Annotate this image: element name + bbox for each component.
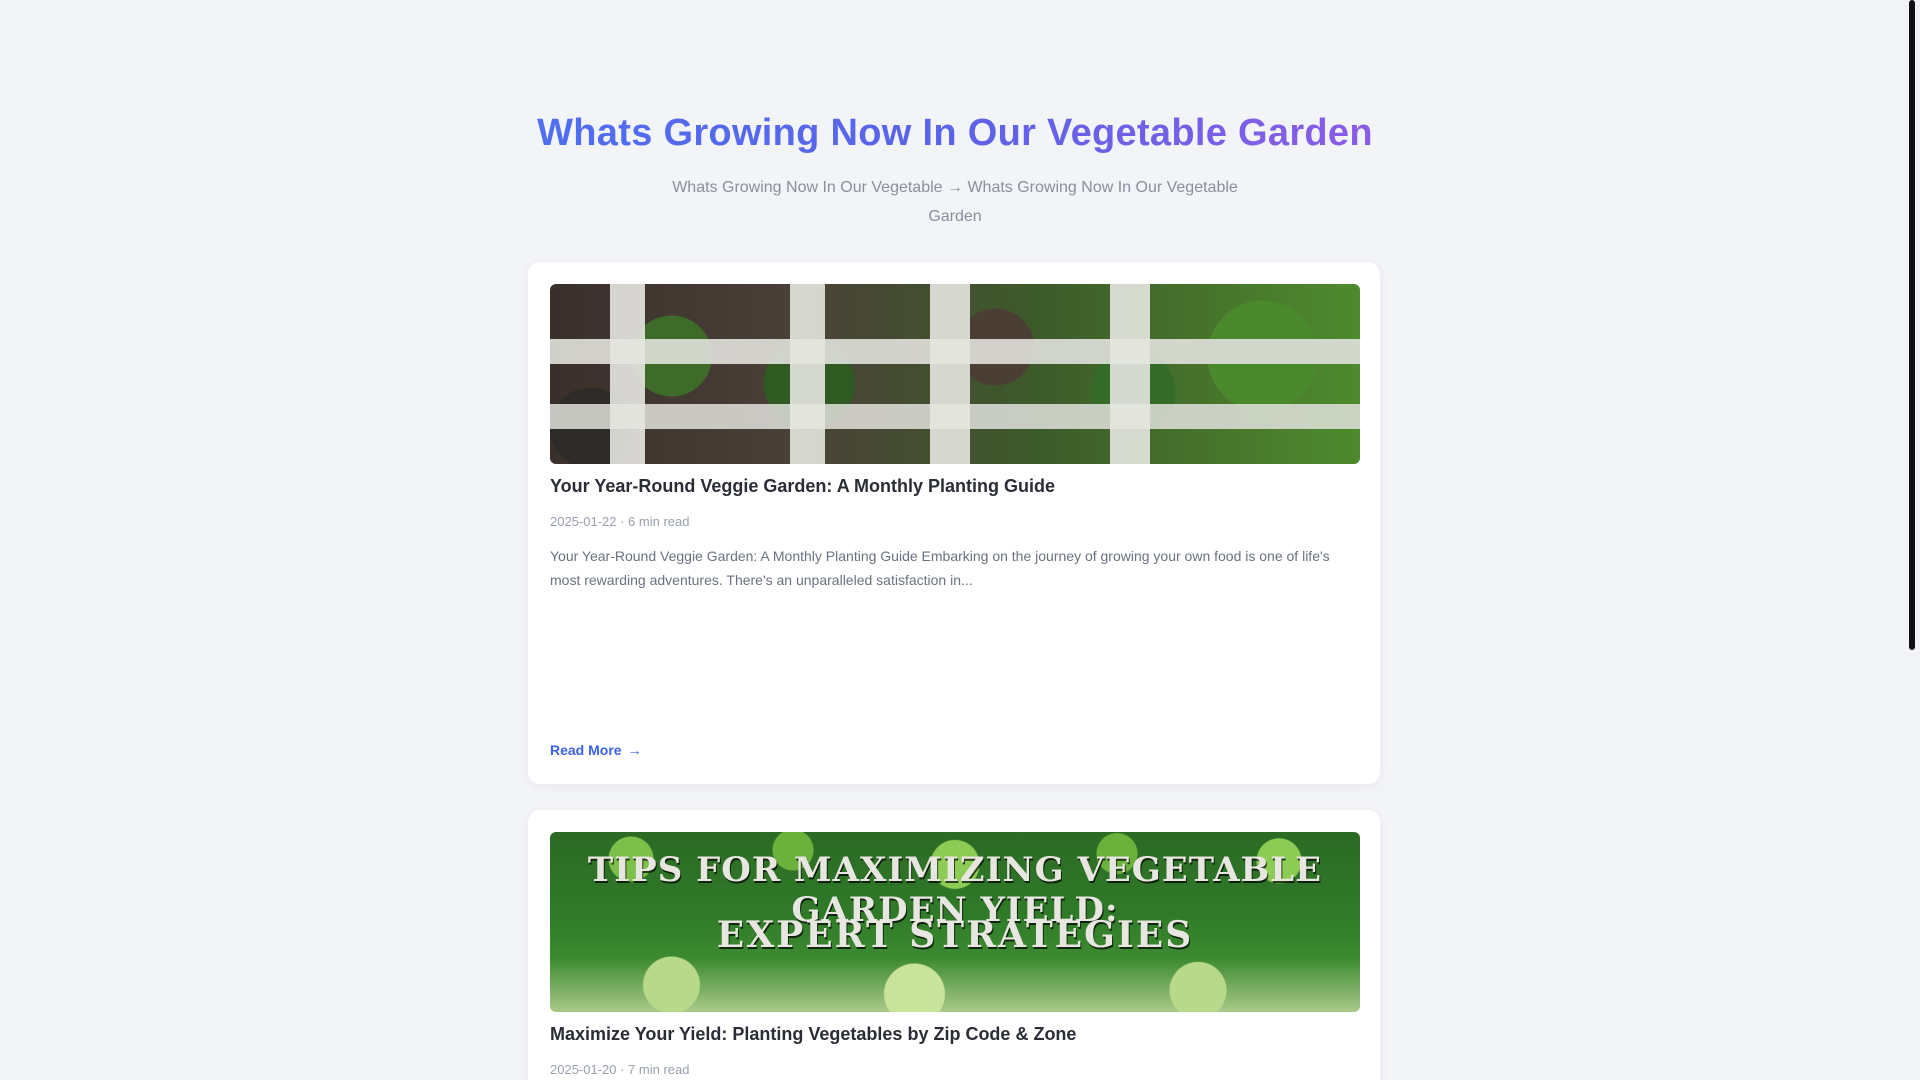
post-card[interactable]: Your Year-Round Veggie Garden: A Monthly… (528, 262, 1380, 784)
scrollbar-thumb[interactable] (1909, 0, 1915, 650)
scrollbar[interactable] (1906, 0, 1920, 1080)
post-title[interactable]: Maximize Your Yield: Planting Vegetables… (550, 1024, 1076, 1045)
post-title[interactable]: Your Year-Round Veggie Garden: A Monthly… (550, 476, 1055, 497)
image-caption-line-2: EXPERT STRATEGIES (716, 914, 1194, 956)
page-header: Whats Growing Now In Our Vegetable Garde… (0, 112, 1910, 231)
read-more-label: Read More (550, 742, 622, 758)
vegetable-photo-icon[interactable]: TIPS FOR MAXIMIZING VEGETABLE GARDEN YIE… (550, 832, 1360, 1012)
breadcrumb: Whats Growing Now In Our Vegetable → Wha… (672, 179, 1238, 225)
post-card[interactable]: TIPS FOR MAXIMIZING VEGETABLE GARDEN YIE… (528, 810, 1380, 1080)
post-meta: 2025-01-20 · 7 min read (550, 1062, 690, 1077)
page-title: Whats Growing Now In Our Vegetable Garde… (537, 112, 1373, 154)
garden-photo-icon[interactable] (550, 284, 1360, 464)
post-meta: 2025-01-22 · 6 min read (550, 514, 690, 529)
post-excerpt: Your Year-Round Veggie Garden: A Monthly… (550, 548, 1330, 588)
page: Whats Growing Now In Our Vegetable Garde… (0, 0, 1920, 1080)
arrow-right-icon: → (627, 742, 642, 758)
read-more-link[interactable]: Read More → (550, 742, 642, 758)
